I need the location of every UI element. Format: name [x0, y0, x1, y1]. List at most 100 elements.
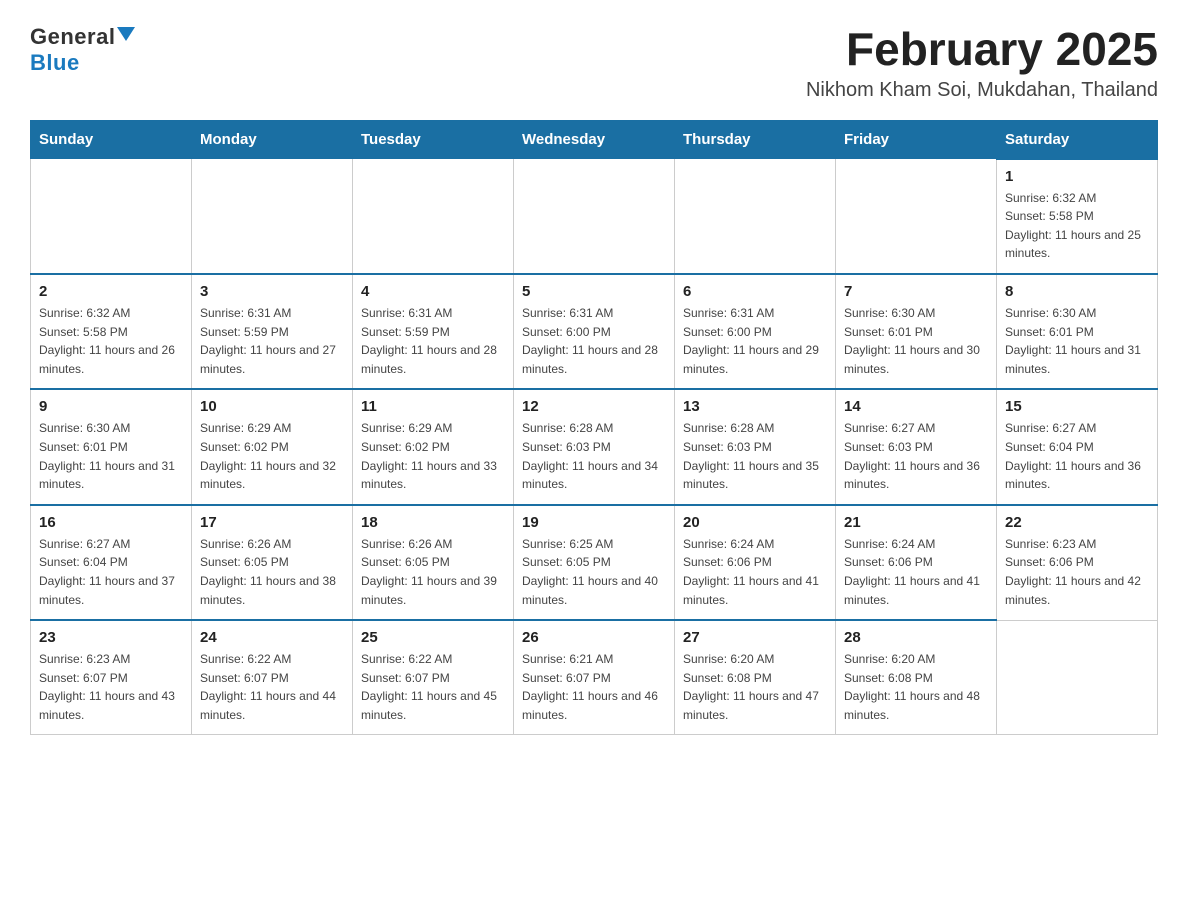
- calendar-cell: 22 Sunrise: 6:23 AMSunset: 6:06 PMDayligh…: [997, 505, 1158, 620]
- calendar-cell: 26 Sunrise: 6:21 AMSunset: 6:07 PMDayligh…: [514, 620, 675, 735]
- day-number: 9: [39, 398, 183, 415]
- day-number: 27: [683, 629, 827, 646]
- day-number: 3: [200, 283, 344, 300]
- calendar-cell: 2 Sunrise: 6:32 AMSunset: 5:58 PMDaylight…: [31, 274, 192, 389]
- calendar-cell: [31, 159, 192, 274]
- calendar-cell: 25 Sunrise: 6:22 AMSunset: 6:07 PMDayligh…: [353, 620, 514, 735]
- calendar-cell: 16Sunrise: 6:27 AMSunset: 6:04 PMDayligh…: [31, 505, 192, 620]
- calendar-cell: 14 Sunrise: 6:27 AMSunset: 6:03 PMDayligh…: [836, 389, 997, 504]
- header-row: SundayMondayTuesdayWednesdayThursdayFrid…: [31, 120, 1158, 159]
- day-number: 20: [683, 514, 827, 531]
- calendar-cell: 8Sunrise: 6:30 AMSunset: 6:01 PMDaylight…: [997, 274, 1158, 389]
- day-info: Sunrise: 6:28 AMSunset: 6:03 PMDaylight:…: [683, 419, 827, 493]
- day-number: 6: [683, 283, 827, 300]
- day-info: Sunrise: 6:28 AMSunset: 6:03 PMDaylight:…: [522, 419, 666, 493]
- day-info: Sunrise: 6:30 AMSunset: 6:01 PMDaylight:…: [844, 304, 988, 378]
- logo: General Blue: [30, 24, 135, 76]
- day-info: Sunrise: 6:31 AMSunset: 5:59 PMDaylight:…: [200, 304, 344, 378]
- calendar-title: February 2025: [806, 24, 1158, 75]
- day-info: Sunrise: 6:27 AMSunset: 6:03 PMDaylight:…: [844, 419, 988, 493]
- day-number: 26: [522, 629, 666, 646]
- day-number: 23: [39, 629, 183, 646]
- day-info: Sunrise: 6:27 AMSunset: 6:04 PMDaylight:…: [1005, 419, 1149, 493]
- calendar-cell: [353, 159, 514, 274]
- day-info: Sunrise: 6:24 AMSunset: 6:06 PMDaylight:…: [844, 535, 988, 609]
- header-day-saturday: Saturday: [997, 120, 1158, 159]
- day-info: Sunrise: 6:22 AMSunset: 6:07 PMDaylight:…: [361, 650, 505, 724]
- day-info: Sunrise: 6:23 AMSunset: 6:06 PMDaylight:…: [1005, 535, 1149, 609]
- day-number: 7: [844, 283, 988, 300]
- calendar-cell: 4 Sunrise: 6:31 AMSunset: 5:59 PMDaylight…: [353, 274, 514, 389]
- day-number: 4: [361, 283, 505, 300]
- day-number: 19: [522, 514, 666, 531]
- day-info: Sunrise: 6:31 AMSunset: 6:00 PMDaylight:…: [522, 304, 666, 378]
- calendar-cell: 15 Sunrise: 6:27 AMSunset: 6:04 PMDayligh…: [997, 389, 1158, 504]
- day-number: 11: [361, 398, 505, 415]
- calendar-header: SundayMondayTuesdayWednesdayThursdayFrid…: [31, 120, 1158, 159]
- calendar-cell: 18Sunrise: 6:26 AMSunset: 6:05 PMDayligh…: [353, 505, 514, 620]
- calendar-cell: 17Sunrise: 6:26 AMSunset: 6:05 PMDayligh…: [192, 505, 353, 620]
- day-number: 25: [361, 629, 505, 646]
- day-number: 28: [844, 629, 988, 646]
- calendar-cell: [675, 159, 836, 274]
- day-number: 24: [200, 629, 344, 646]
- logo-triangle-icon: [117, 27, 135, 41]
- day-number: 12: [522, 398, 666, 415]
- calendar-cell: 7 Sunrise: 6:30 AMSunset: 6:01 PMDaylight…: [836, 274, 997, 389]
- logo-blue-text: Blue: [30, 50, 80, 76]
- day-number: 15: [1005, 398, 1149, 415]
- calendar-cell: 1 Sunrise: 6:32 AMSunset: 5:58 PMDaylight…: [997, 159, 1158, 274]
- day-number: 14: [844, 398, 988, 415]
- day-info: Sunrise: 6:22 AMSunset: 6:07 PMDaylight:…: [200, 650, 344, 724]
- location-title: Nikhom Kham Soi, Mukdahan, Thailand: [806, 79, 1158, 102]
- week-row-5: 23Sunrise: 6:23 AMSunset: 6:07 PMDayligh…: [31, 620, 1158, 735]
- day-info: Sunrise: 6:24 AMSunset: 6:06 PMDaylight:…: [683, 535, 827, 609]
- calendar-cell: [514, 159, 675, 274]
- day-number: 8: [1005, 283, 1149, 300]
- calendar-cell: 24 Sunrise: 6:22 AMSunset: 6:07 PMDayligh…: [192, 620, 353, 735]
- header-day-thursday: Thursday: [675, 120, 836, 159]
- week-row-3: 9 Sunrise: 6:30 AMSunset: 6:01 PMDaylight…: [31, 389, 1158, 504]
- week-row-1: 1 Sunrise: 6:32 AMSunset: 5:58 PMDaylight…: [31, 159, 1158, 274]
- calendar-cell: 5Sunrise: 6:31 AMSunset: 6:00 PMDaylight…: [514, 274, 675, 389]
- title-block: February 2025 Nikhom Kham Soi, Mukdahan,…: [806, 24, 1158, 102]
- page-header: General Blue February 2025 Nikhom Kham S…: [30, 24, 1158, 102]
- day-number: 10: [200, 398, 344, 415]
- day-info: Sunrise: 6:20 AMSunset: 6:08 PMDaylight:…: [683, 650, 827, 724]
- calendar-cell: [192, 159, 353, 274]
- calendar-cell: 23Sunrise: 6:23 AMSunset: 6:07 PMDayligh…: [31, 620, 192, 735]
- calendar-cell: 28 Sunrise: 6:20 AMSunset: 6:08 PMDayligh…: [836, 620, 997, 735]
- day-info: Sunrise: 6:29 AMSunset: 6:02 PMDaylight:…: [200, 419, 344, 493]
- day-info: Sunrise: 6:32 AMSunset: 5:58 PMDaylight:…: [1005, 189, 1149, 263]
- day-info: Sunrise: 6:30 AMSunset: 6:01 PMDaylight:…: [39, 419, 183, 493]
- calendar-cell: 13 Sunrise: 6:28 AMSunset: 6:03 PMDayligh…: [675, 389, 836, 504]
- day-info: Sunrise: 6:27 AMSunset: 6:04 PMDaylight:…: [39, 535, 183, 609]
- calendar-cell: 9 Sunrise: 6:30 AMSunset: 6:01 PMDaylight…: [31, 389, 192, 504]
- header-day-monday: Monday: [192, 120, 353, 159]
- calendar-body: 1 Sunrise: 6:32 AMSunset: 5:58 PMDaylight…: [31, 159, 1158, 735]
- day-number: 13: [683, 398, 827, 415]
- day-number: 17: [200, 514, 344, 531]
- day-number: 18: [361, 514, 505, 531]
- day-info: Sunrise: 6:31 AMSunset: 6:00 PMDaylight:…: [683, 304, 827, 378]
- day-info: Sunrise: 6:31 AMSunset: 5:59 PMDaylight:…: [361, 304, 505, 378]
- day-number: 1: [1005, 168, 1149, 185]
- calendar-cell: [997, 620, 1158, 735]
- calendar-cell: 21 Sunrise: 6:24 AMSunset: 6:06 PMDayligh…: [836, 505, 997, 620]
- calendar-cell: 20 Sunrise: 6:24 AMSunset: 6:06 PMDayligh…: [675, 505, 836, 620]
- calendar-cell: 6 Sunrise: 6:31 AMSunset: 6:00 PMDaylight…: [675, 274, 836, 389]
- calendar-table: SundayMondayTuesdayWednesdayThursdayFrid…: [30, 120, 1158, 736]
- day-number: 22: [1005, 514, 1149, 531]
- calendar-cell: 3 Sunrise: 6:31 AMSunset: 5:59 PMDaylight…: [192, 274, 353, 389]
- day-info: Sunrise: 6:20 AMSunset: 6:08 PMDaylight:…: [844, 650, 988, 724]
- day-info: Sunrise: 6:21 AMSunset: 6:07 PMDaylight:…: [522, 650, 666, 724]
- logo-general-text: General: [30, 24, 115, 50]
- calendar-cell: 10 Sunrise: 6:29 AMSunset: 6:02 PMDayligh…: [192, 389, 353, 504]
- day-info: Sunrise: 6:25 AMSunset: 6:05 PMDaylight:…: [522, 535, 666, 609]
- day-number: 21: [844, 514, 988, 531]
- header-day-friday: Friday: [836, 120, 997, 159]
- day-number: 2: [39, 283, 183, 300]
- calendar-cell: 19 Sunrise: 6:25 AMSunset: 6:05 PMDayligh…: [514, 505, 675, 620]
- day-info: Sunrise: 6:32 AMSunset: 5:58 PMDaylight:…: [39, 304, 183, 378]
- week-row-4: 16Sunrise: 6:27 AMSunset: 6:04 PMDayligh…: [31, 505, 1158, 620]
